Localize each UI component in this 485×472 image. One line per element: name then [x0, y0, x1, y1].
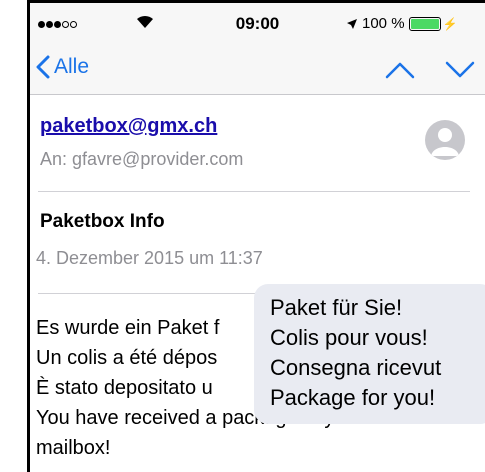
- chevron-left-icon: [36, 55, 50, 79]
- status-right: 100 % ⚡: [346, 15, 458, 32]
- battery-percent: 100 %: [362, 15, 405, 32]
- recipient-line: An: gfavre@provider.com: [40, 149, 244, 169]
- phone-screen: 09:00 100 % ⚡ Alle paketbox@gmx.ch An: g…: [27, 0, 485, 472]
- translation-callout: Paket für Sie! Colis pour vous! Consegna…: [254, 284, 485, 424]
- charging-icon: ⚡: [442, 16, 458, 31]
- callout-line: Colis pour vous!: [270, 325, 428, 350]
- callout-line: Consegna ricevut: [270, 355, 442, 380]
- callout-line: Paket für Sie!: [270, 295, 403, 320]
- location-arrow-icon: [347, 18, 357, 29]
- battery-icon: [408, 16, 441, 31]
- back-button[interactable]: Alle: [36, 55, 89, 79]
- message-date: 4. Dezember 2015 um 11:37: [36, 248, 263, 268]
- body-line: mailbox!: [36, 437, 111, 459]
- callout-line: Package for you!: [270, 385, 436, 410]
- sender-address[interactable]: paketbox@gmx.ch: [40, 115, 217, 138]
- back-label: Alle: [54, 55, 90, 78]
- message-subject: Paketbox Info: [40, 211, 165, 232]
- chevron-up-icon[interactable]: [385, 61, 415, 79]
- chevron-down-icon[interactable]: [445, 61, 475, 79]
- header-divider: [38, 191, 470, 192]
- status-bar: 09:00 100 % ⚡: [30, 3, 485, 43]
- message-navigation: [385, 61, 475, 79]
- avatar-icon: [425, 120, 465, 160]
- nav-bar: Alle: [30, 43, 485, 95]
